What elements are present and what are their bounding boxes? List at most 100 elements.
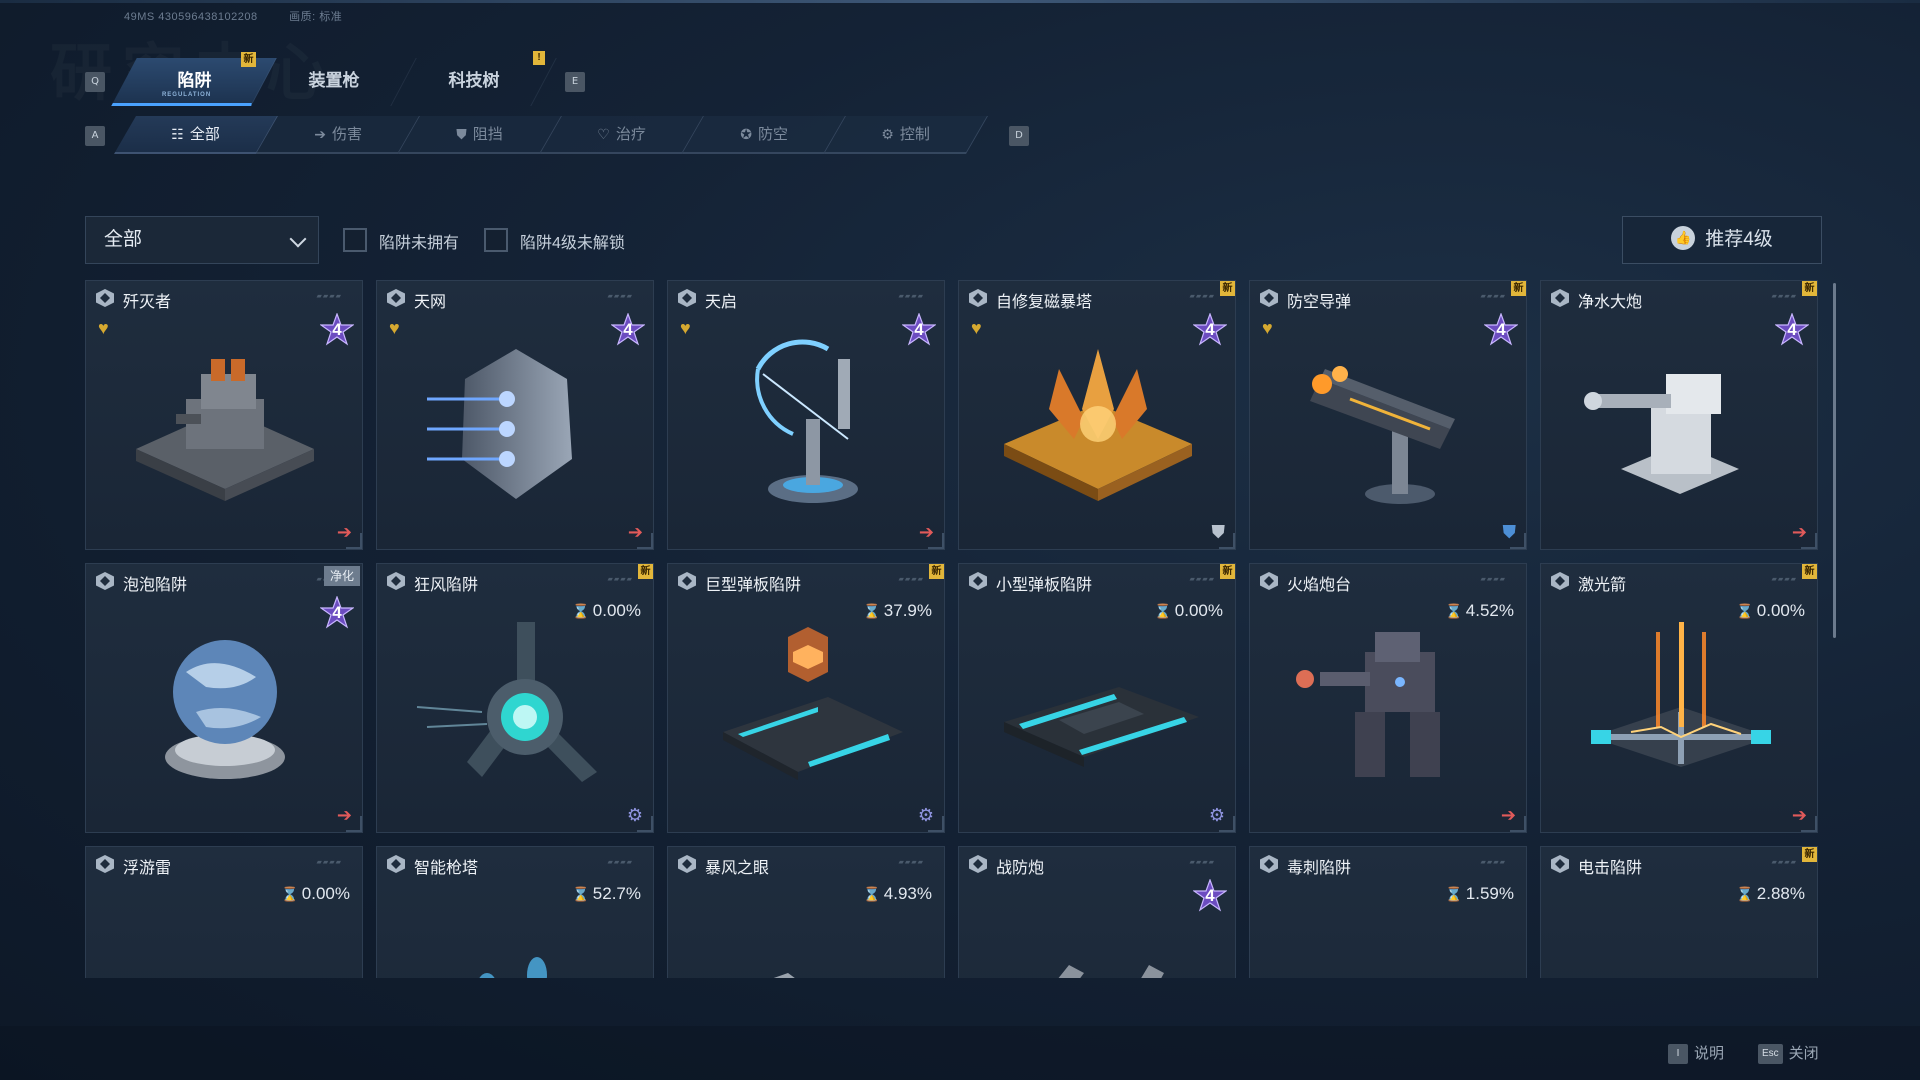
trap-card[interactable]: 暴风之眼 ▰▰▰▰ ⌛ 4.93% [667,846,945,978]
trap-illustration [407,612,625,802]
card-corner [1801,533,1817,549]
category-damage[interactable]: ➔ 伤害 [256,116,420,154]
favorite-heart-icon[interactable]: ♥ [98,318,109,339]
trap-name: 电击陷阱 [1578,860,1643,877]
category-control-label: 控制 [900,126,931,143]
trap-card[interactable]: 激光箭 ▰▰▰▰ 新 ⌛ 0.00% ➔ [1540,563,1818,833]
trap-grid-viewport: 歼灭者 ▰▰▰▰ ♥ 4 ➔ 天网 ▰▰▰▰ ♥ 4 ➔ 天启 ▰▰▰▰ ♥ 4 ➔ 自修复磁暴塔 ▰▰▰▰ 新 ♥… [85,280,1825,978]
trap-illustration [407,329,625,519]
trap-card[interactable]: 巨型弹板陷阱 ▰▰▰▰ 新 ⌛ 37.9% ⚙ [667,563,945,833]
trap-illustration [989,612,1207,802]
trap-card[interactable]: 火焰炮台 ▰▰▰▰ ⌛ 4.52% ➔ [1249,563,1527,833]
not-owned-checkbox[interactable] [343,228,367,252]
trap-illustration [698,895,916,978]
favorite-heart-icon[interactable]: ♥ [680,318,691,339]
card-faint-code: ▰▰▰▰ [1189,859,1215,866]
trap-name: 净水大炮 [1578,294,1643,311]
close-hint[interactable]: Esc 关闭 [1758,1042,1819,1065]
card-corner [637,533,653,549]
category-block[interactable]: ⛊ 阻挡 [398,116,562,154]
trap-card[interactable]: 净水大炮 ▰▰▰▰ 新 4 ➔ [1540,280,1818,550]
lv4-locked-checkbox[interactable] [484,228,508,252]
trap-name: 小型弹板陷阱 [996,577,1093,594]
new-badge: 新 [1511,281,1526,296]
top-accent-line [0,0,1920,3]
trap-illustration [989,895,1207,978]
card-faint-code: ▰▰▰▰ [1771,293,1797,300]
category-anti-air[interactable]: ✪ 防空 [682,116,846,154]
trap-name: 暴风之眼 [705,860,770,877]
card-corner [346,533,362,549]
card-corner [1219,816,1235,832]
arrow-right-icon: ➔ [313,126,326,142]
tab-tech-tree[interactable]: 科技树 [391,58,557,106]
category-heal-label: 治疗 [616,126,647,143]
category-heal[interactable]: ♡ 治疗 [540,116,704,154]
new-badge: 新 [1220,281,1235,296]
next-category-key[interactable]: D [1009,126,1029,146]
favorite-heart-icon[interactable]: ♥ [389,318,400,339]
trap-card[interactable]: 战防炮 ▰▰▰▰ 4 [958,846,1236,978]
tab-device-guns-label: 装置枪 [308,71,360,90]
trap-illustration [1571,329,1789,519]
card-faint-code: ▰▰▰▰ [607,859,633,866]
filter-dropdown-value: 全部 [104,229,143,250]
new-badge: 新 [1802,281,1817,296]
favorite-heart-icon[interactable]: ♥ [971,318,982,339]
trap-card[interactable]: 防空导弹 ▰▰▰▰ 新 ♥ 4 ⛊ [1249,280,1527,550]
trap-card[interactable]: 自修复磁暴塔 ▰▰▰▰ 新 ♥ 4 ⛊ [958,280,1236,550]
trap-card[interactable]: 天启 ▰▰▰▰ ♥ 4 ➔ [667,280,945,550]
favorite-heart-icon[interactable]: ♥ [1262,318,1273,339]
grid-scrollbar[interactable] [1833,283,1836,638]
category-tabs: ☷ 全部 ➔ 伤害 ⛊ 阻挡 ♡ 治疗 ✪ 防空 ⚙ 控制 [114,116,988,154]
trap-name: 智能枪塔 [414,860,479,877]
prev-tab-key[interactable]: Q [85,72,105,92]
trap-card[interactable]: 歼灭者 ▰▰▰▰ ♥ 4 ➔ [85,280,363,550]
lv4-locked-label: 陷阱4级未解锁 [520,235,625,252]
tab-device-guns[interactable]: 装置枪 [251,58,417,106]
new-badge: 新 [929,564,944,579]
help-key: I [1668,1044,1688,1065]
new-badge: 新 [1802,564,1817,579]
card-faint-code: ▰▰▰▰ [316,859,342,866]
tab-traps-new-badge: 新 [241,52,256,67]
trap-name: 激光箭 [1578,577,1627,594]
card-faint-code: ▰▰▰▰ [1480,859,1506,866]
filter-dropdown[interactable]: 全部 [85,216,319,264]
card-faint-code: ▰▰▰▰ [1189,293,1215,300]
trap-name: 天启 [705,294,738,311]
trap-card[interactable]: 电击陷阱 ▰▰▰▰ 新 ⌛ 2.88% [1540,846,1818,978]
trap-illustration [407,895,625,978]
trap-card[interactable]: 小型弹板陷阱 ▰▰▰▰ 新 ⌛ 0.00% ⚙ [958,563,1236,833]
prev-category-key[interactable]: A [85,126,105,146]
category-anti-air-label: 防空 [757,126,788,143]
recommend-lv4-button[interactable]: 👍 推荐4级 [1622,216,1822,264]
help-hint[interactable]: I 说明 [1668,1042,1724,1065]
trap-card[interactable]: 智能枪塔 ▰▰▰▰ ⌛ 52.7% [376,846,654,978]
card-faint-code: ▰▰▰▰ [607,576,633,583]
trap-name: 浮游雷 [123,860,172,877]
category-control[interactable]: ⚙ 控制 [824,116,988,154]
trap-card[interactable]: 毒刺陷阱 ▰▰▰▰ ⌛ 1.59% [1249,846,1527,978]
card-faint-code: ▰▰▰▰ [1480,576,1506,583]
trap-illustration [1280,895,1498,978]
tab-tech-tree-label: 科技树 [448,71,500,90]
trap-name: 自修复磁暴塔 [996,294,1093,311]
trap-card[interactable]: 浮游雷 ▰▰▰▰ ⌛ 0.00% [85,846,363,978]
card-faint-code: ▰▰▰▰ [1480,293,1506,300]
card-corner [1801,816,1817,832]
gear-icon: ⚙ [881,126,895,142]
new-badge: 新 [1220,564,1235,579]
card-faint-code: ▰▰▰▰ [316,293,342,300]
trap-card[interactable]: 天网 ▰▰▰▰ ♥ 4 ➔ [376,280,654,550]
next-tab-key[interactable]: E [565,72,585,92]
list-icon: ☷ [171,126,185,142]
category-all[interactable]: ☷ 全部 [114,116,278,154]
trap-card[interactable]: 狂风陷阱 ▰▰▰▰ 新 ⌛ 0.00% ⚙ [376,563,654,833]
card-corner [928,533,944,549]
trap-card[interactable]: 泡泡陷阱▰▰▰▰净化4➔ [85,563,363,833]
bottom-bar [0,1026,1920,1080]
trap-name: 火焰炮台 [1287,577,1352,594]
trap-illustration [1571,612,1789,802]
trap-illustration [1571,895,1789,978]
